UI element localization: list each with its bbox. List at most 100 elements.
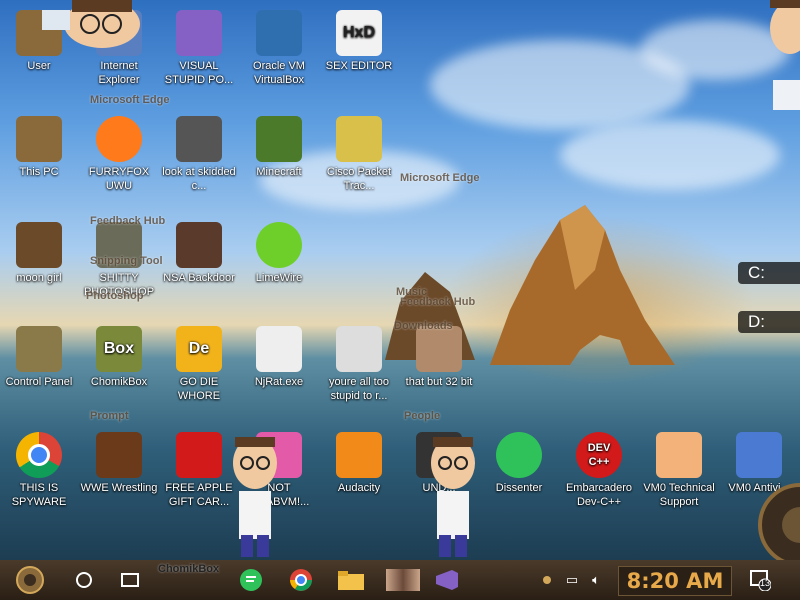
- icon-badge-text: Box: [103, 340, 135, 357]
- taskbar-file-explorer[interactable]: [334, 566, 368, 594]
- desktop-icon[interactable]: look at skidded c...: [160, 116, 238, 193]
- desktop-icon[interactable]: that but 32 bit: [400, 326, 478, 389]
- icon-badge-text: De: [188, 340, 210, 357]
- desktop-icon[interactable]: This PC: [0, 116, 78, 179]
- cartoon-figure: [233, 437, 277, 557]
- tray-overflow[interactable]: [540, 566, 554, 594]
- desktop-icon-label: ChomikBox: [90, 376, 148, 388]
- desktop-icon-label: FURRYFOX UWU: [88, 166, 150, 192]
- desktop-icon-label: look at skidded c...: [162, 166, 236, 192]
- desktop-icon[interactable]: VM0 Technical Support: [640, 432, 718, 509]
- desktop-icon[interactable]: THIS IS SPYWARE: [0, 432, 78, 509]
- desktop-icon[interactable]: HxD SEX EDITOR: [320, 10, 398, 73]
- nsa-backdoor-icon: [176, 222, 222, 268]
- cisco-packet-tracer-icon: [336, 116, 382, 162]
- devcpp-icon: DEV C++: [576, 432, 622, 478]
- desktop-icon[interactable]: Audacity: [320, 432, 398, 495]
- ghost-label: Prompt: [90, 410, 129, 422]
- drive-c-label[interactable]: C:: [738, 262, 800, 284]
- desktop-icon-label: LimeWire: [255, 272, 303, 284]
- limewire-icon: [256, 222, 302, 268]
- desktop-icon-label: Minecraft: [256, 166, 302, 178]
- desktop-icon-label: Internet Explorer: [98, 60, 140, 86]
- skull-icon: [256, 326, 302, 372]
- desktop-icon-label: VISUAL STUPID PO...: [164, 60, 234, 86]
- task-view-button[interactable]: [116, 566, 144, 594]
- taskbar-visual-studio[interactable]: [430, 566, 464, 594]
- steampunk-start-icon: [16, 566, 44, 594]
- ghost-label: Photoshop: [86, 290, 144, 302]
- folder-icon: [338, 571, 364, 590]
- taskbar-clock[interactable]: 8:20 AM: [618, 566, 732, 596]
- control-panel-icon: [16, 326, 62, 372]
- desktop-icon[interactable]: VISUAL STUPID PO...: [160, 10, 238, 87]
- desktop-icon-label: that but 32 bit: [405, 376, 473, 388]
- desktop-icon-label: Oracle VM VirtualBox: [253, 60, 305, 86]
- hex-editor-icon: HxD: [336, 10, 382, 56]
- desktop-icon[interactable]: Cisco Packet Trac...: [320, 116, 398, 193]
- ghost-label: Downloads: [394, 320, 453, 332]
- desktop-icon[interactable]: WWE Wrestling: [80, 432, 158, 495]
- desktop-icon[interactable]: Dissenter: [480, 432, 558, 495]
- desktop-icon-label: GO DIE WHORE: [177, 376, 221, 402]
- dissenter-icon: [496, 432, 542, 478]
- desktop-icon[interactable]: Oracle VM VirtualBox: [240, 10, 318, 87]
- visual-studio-icon: [436, 570, 458, 590]
- ghost-label: People: [404, 410, 441, 422]
- desktop-icon[interactable]: FURRYFOX UWU: [80, 116, 158, 193]
- cortana-button[interactable]: [70, 566, 98, 594]
- visual-studio-icon: [176, 10, 222, 56]
- drive-d-label[interactable]: D:: [738, 311, 800, 333]
- desktop-icon[interactable]: youre all too stupid to r...: [320, 326, 398, 403]
- taskbar-dissenter[interactable]: [236, 566, 266, 594]
- desktop-icon[interactable]: LimeWire: [240, 222, 318, 285]
- taskbar-chrome[interactable]: [286, 566, 316, 594]
- network-icon[interactable]: ▭: [562, 566, 582, 594]
- apple-icon: [176, 432, 222, 478]
- cartoon-head-sticker: [42, 0, 140, 48]
- desktop-icon-label: Control Panel: [5, 376, 73, 388]
- tray-gear-icon: [543, 576, 551, 584]
- desktop-icon[interactable]: Control Panel: [0, 326, 78, 389]
- chrome-icon: [16, 432, 62, 478]
- ghost-label: Snipping Tool: [90, 255, 163, 267]
- desktop-icon[interactable]: Box ChomikBox: [80, 326, 158, 389]
- desktop-icon-label: VM0 Technical Support: [643, 482, 715, 508]
- firefox-icon: [96, 116, 142, 162]
- desktop-icon-label: This PC: [19, 166, 59, 178]
- desktop-icon-label: THIS IS SPYWARE: [11, 482, 67, 508]
- cloud: [560, 120, 780, 190]
- circle-icon: [76, 572, 92, 588]
- start-button[interactable]: [4, 566, 56, 594]
- taskbar-photo-app[interactable]: [384, 566, 422, 594]
- desktop-icon-label: moon girl: [16, 272, 62, 284]
- desktop-icon-label: SEX EDITOR: [325, 60, 393, 72]
- cartoon-figure: [431, 437, 475, 557]
- icon-badge-text: HxD: [342, 24, 375, 41]
- chomikbox-icon: Box: [96, 326, 142, 372]
- face-photo-icon: [336, 326, 382, 372]
- task-view-icon: [121, 573, 139, 587]
- ghost-label: Microsoft Edge: [400, 172, 480, 184]
- audacity-icon: [336, 432, 382, 478]
- icon-badge-text: DEV C++: [587, 442, 611, 468]
- desktop-wallpaper: User Internet Explorer VISUAL STUPID PO...…: [0, 0, 800, 560]
- rock-arch: [490, 205, 675, 365]
- this-pc-icon: [16, 116, 62, 162]
- portrait-icon: [416, 326, 462, 372]
- desktop-icon-label: Embarcadero Dev-C++: [565, 482, 633, 508]
- desktop-icon[interactable]: Minecraft: [240, 116, 318, 179]
- volume-icon[interactable]: 🔈︎: [586, 566, 606, 594]
- desktop-icon[interactable]: De GO DIE WHORE: [160, 326, 238, 403]
- desktop-icon-label: NSA Backdoor: [163, 272, 235, 284]
- desktop-icon[interactable]: moon girl: [0, 222, 78, 285]
- desktop-icon-label: WWE Wrestling: [80, 482, 158, 494]
- desktop-icon[interactable]: NjRat.exe: [240, 326, 318, 389]
- ghost-label: Feedback Hub: [90, 215, 166, 227]
- gear-decoration-icon: [758, 483, 800, 560]
- chrome-icon: [290, 569, 312, 591]
- desktop-icon[interactable]: NSA Backdoor: [160, 222, 238, 285]
- virtualbox-icon: [256, 10, 302, 56]
- desktop-icon[interactable]: DEV C++ Embarcadero Dev-C++: [560, 432, 638, 509]
- notification-center-button[interactable]: 13: [745, 566, 775, 594]
